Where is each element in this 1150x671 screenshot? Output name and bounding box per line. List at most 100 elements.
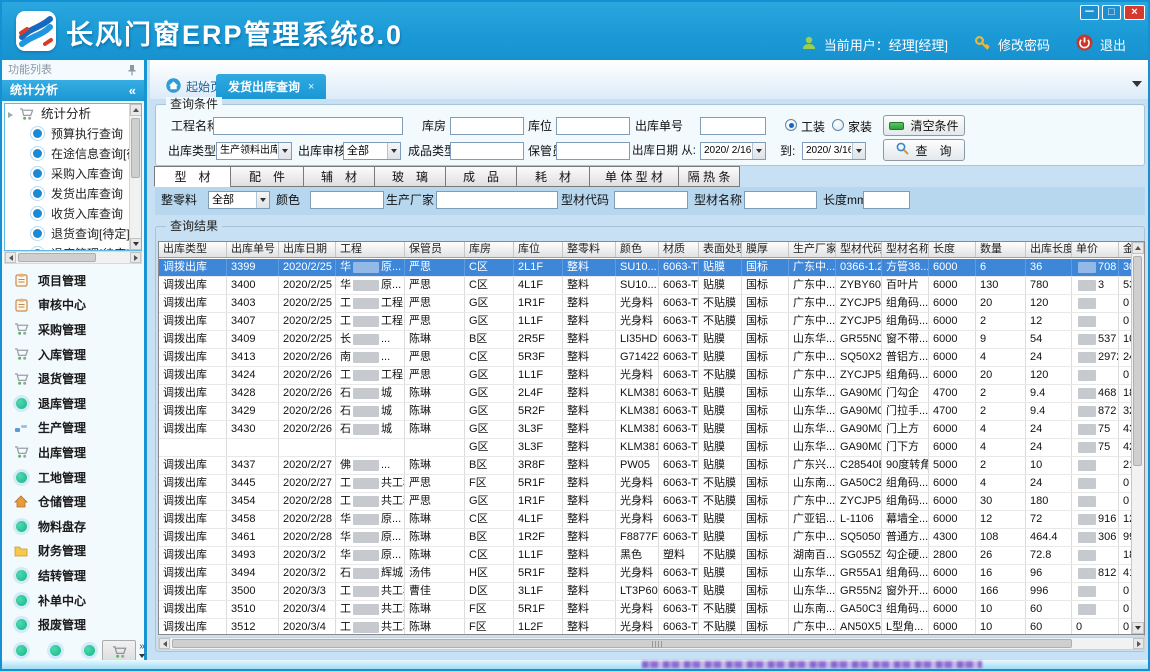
sidebar-menu-item[interactable]: 退货管理 — [4, 366, 144, 391]
material-tab[interactable]: 单 体 型 材 — [589, 166, 679, 187]
table-header-cell[interactable]: 型材名称 — [882, 242, 929, 257]
workwear-radio[interactable] — [785, 119, 797, 131]
section-header[interactable]: 统计分析 « — [2, 80, 144, 101]
overflow-chevron-icon[interactable]: » — [139, 642, 145, 660]
table-header-cell[interactable]: 出库日期 — [279, 242, 336, 257]
tree-horizontal-scrollbar[interactable] — [4, 251, 142, 264]
table-row[interactable]: 调拨出库34372020/2/27佛...陈琳B区3R8F整料PW056063-… — [159, 457, 1133, 475]
table-header-cell[interactable]: 出库长度 — [1026, 242, 1072, 257]
logout-link[interactable]: 退出 — [1100, 35, 1126, 54]
close-button[interactable]: × — [1124, 5, 1145, 20]
table-header-cell[interactable]: 库房 — [465, 242, 514, 257]
table-row[interactable]: 调拨出库34582020/2/28华原...陈琳C区4L1F整料光身料6063-… — [159, 511, 1133, 529]
table-header-cell[interactable]: 工程 — [336, 242, 405, 257]
nav-dot-icon[interactable] — [84, 645, 95, 656]
sidebar-menu-item[interactable]: 报废管理 — [4, 612, 144, 637]
table-header-cell[interactable]: 型材代码 — [836, 242, 882, 257]
table-header-cell[interactable]: 长度 — [929, 242, 976, 257]
table-row[interactable]: 调拨出库34132020/2/26南...严思C区5R3F整料G71422606… — [159, 349, 1133, 367]
sidebar-menu-item[interactable]: 审核中心 — [4, 293, 144, 318]
change-password-link[interactable]: 修改密码 — [998, 35, 1050, 54]
sidebar-menu-item[interactable]: 结转管理 — [4, 563, 144, 588]
table-header-cell[interactable]: 颜色 — [616, 242, 659, 257]
search-button[interactable]: 查 询 — [883, 139, 965, 161]
length-input[interactable] — [863, 191, 910, 209]
dropdown-arrow-icon[interactable] — [752, 143, 765, 159]
table-header-cell[interactable]: 膜厚 — [742, 242, 789, 257]
table-row[interactable]: 调拨出库34932020/3/2华原...陈琳C区1L1F整料黑色塑料不贴膜国标… — [159, 547, 1133, 565]
table-row[interactable]: 调拨出库34002020/2/25华原...严思C区4L1F整料SU10...6… — [159, 277, 1133, 295]
table-header-cell[interactable]: 表面处理 — [699, 242, 742, 257]
material-tab[interactable]: 成 品 — [445, 166, 517, 187]
table-row[interactable]: 调拨出库35122020/3/4工共工程陈琳F区1L2F整料光身料6063-T5… — [159, 619, 1133, 635]
table-header-cell[interactable]: 整零料 — [563, 242, 616, 257]
nav-dot-icon[interactable] — [50, 645, 61, 656]
table-header-cell[interactable]: 保管员 — [405, 242, 465, 257]
table-row[interactable]: 调拨出库34942020/3/2石辉城汤伟H区5R1F整料光身料6063-T5贴… — [159, 565, 1133, 583]
tree-item[interactable]: 退库管理[待定] — [5, 244, 141, 251]
tree-expand-icon[interactable] — [8, 112, 13, 118]
sidebar-menu-item[interactable]: 采购管理 — [4, 317, 144, 342]
table-header-cell[interactable]: 材质 — [659, 242, 699, 257]
table-header-cell[interactable]: 数量 — [976, 242, 1026, 257]
out-type-select[interactable]: 生产领料出库 — [216, 142, 292, 160]
date-to-picker[interactable]: 2020/ 3/16 — [802, 142, 866, 160]
material-tab[interactable]: 耗 材 — [516, 166, 590, 187]
material-tab[interactable]: 配 件 — [230, 166, 304, 187]
sidebar-menu-item[interactable]: 项目管理 — [4, 268, 144, 293]
location-input[interactable] — [556, 117, 630, 135]
dropdown-arrow-icon[interactable] — [852, 143, 865, 159]
table-row[interactable]: 调拨出库34282020/2/26石城陈琳G区2L4F整料KLM38176063… — [159, 385, 1133, 403]
table-header-cell[interactable]: 生产厂家 — [789, 242, 836, 257]
sidebar-menu-item[interactable]: 退库管理 — [4, 391, 144, 416]
dropdown-arrow-icon[interactable] — [256, 192, 269, 208]
table-row[interactable]: G区3L3F整料KLM38176063-T5贴膜国标山东华...GA90M09.… — [159, 439, 1133, 457]
close-tab-icon[interactable]: × — [308, 81, 314, 93]
dropdown-arrow-icon[interactable] — [387, 143, 400, 159]
warehouse-input[interactable] — [450, 117, 524, 135]
homewear-radio-label[interactable]: 家装 — [848, 118, 872, 135]
maximize-button[interactable]: □ — [1102, 5, 1121, 20]
table-row[interactable]: 调拨出库34092020/2/25长...陈琳B区2R5F整料LI35HD606… — [159, 331, 1133, 349]
table-row[interactable]: 调拨出库34032020/2/25工工程严思G区1R1F整料光身料6063-T5… — [159, 295, 1133, 313]
tree-item[interactable]: 在途信息查询[待 — [5, 144, 141, 164]
material-tab[interactable]: 辅 材 — [303, 166, 375, 187]
table-row[interactable]: 调拨出库34542020/2/28工共工程严思G区1R1F整料光身料6063-T… — [159, 493, 1133, 511]
table-vertical-scrollbar[interactable] — [1131, 242, 1144, 634]
color-input[interactable] — [310, 191, 384, 209]
dropdown-arrow-icon[interactable] — [278, 143, 291, 159]
table-row[interactable]: 调拨出库34072020/2/25工工程严思G区1L1F整料光身料6063-T5… — [159, 313, 1133, 331]
minimize-button[interactable]: － — [1080, 5, 1099, 20]
zhengling-select[interactable]: 全部 — [208, 191, 270, 209]
date-from-picker[interactable]: 2020/ 2/16 — [700, 142, 766, 160]
product-type-input[interactable] — [450, 142, 524, 160]
clear-conditions-button[interactable]: 清空条件 — [883, 115, 965, 136]
keeper-input[interactable] — [556, 142, 630, 160]
collapse-icon[interactable]: « — [129, 80, 136, 101]
table-row[interactable]: 调拨出库35002020/3/3工共工程曹佳D区3L1F整料LT3P606063… — [159, 583, 1133, 601]
sidebar-menu-item[interactable]: 补单中心 — [4, 588, 144, 613]
table-row[interactable]: 调拨出库34292020/2/26石城陈琳G区5R2F整料KLM38176063… — [159, 403, 1133, 421]
sidebar-menu-item[interactable]: 入库管理 — [4, 342, 144, 367]
audit-select[interactable]: 全部 — [343, 142, 401, 160]
table-horizontal-scrollbar[interactable] — [158, 637, 1145, 650]
order-no-input[interactable] — [700, 117, 766, 135]
profile-name-input[interactable] — [744, 191, 817, 209]
sidebar-menu-item[interactable]: 财务管理 — [4, 539, 144, 564]
table-row[interactable]: 调拨出库33992020/2/25华原...严思C区2L1F整料SU10...6… — [159, 259, 1133, 277]
material-tab[interactable]: 玻 璃 — [374, 166, 446, 187]
tree-item[interactable]: 收货入库查询 — [5, 204, 141, 224]
table-row[interactable]: 调拨出库34612020/2/28华原...陈琳B区1R2F整料F8877FT6… — [159, 529, 1133, 547]
tree-item[interactable]: 采购入库查询 — [5, 164, 141, 184]
factory-input[interactable] — [436, 191, 558, 209]
table-row[interactable]: 调拨出库35102020/3/4工共工程陈琳F区5R1F整料光身料6063-T5… — [159, 601, 1133, 619]
tab-active[interactable]: 发货出库查询 × — [216, 74, 326, 99]
tab-list-caret-icon[interactable] — [1132, 81, 1142, 87]
table-header-cell[interactable]: 库位 — [514, 242, 563, 257]
sidebar-menu-item[interactable]: 仓储管理 — [4, 489, 144, 514]
table-header-cell[interactable]: 出库类型 — [159, 242, 227, 257]
tree-item[interactable]: 预算执行查询 — [5, 124, 141, 144]
table-row[interactable]: 调拨出库34452020/2/27工共工程严思F区5R1F整料光身料6063-T… — [159, 475, 1133, 493]
nav-dot-icon[interactable] — [16, 645, 27, 656]
tree-vertical-scrollbar[interactable] — [129, 104, 141, 250]
